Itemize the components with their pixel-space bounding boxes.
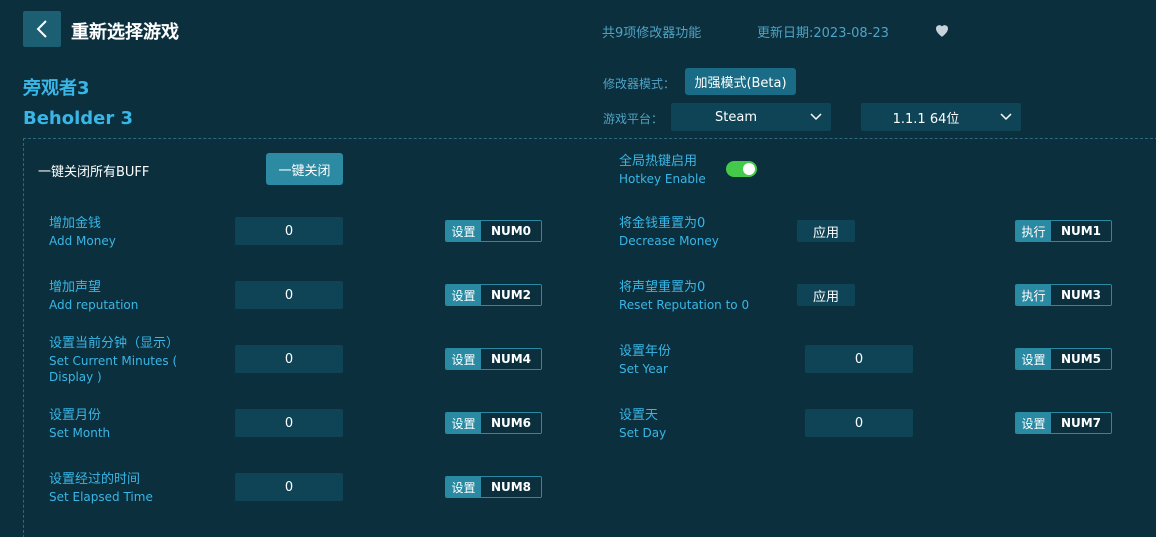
- set-elapsed-time-input[interactable]: 0: [235, 473, 343, 501]
- feature-label-en: Add reputation: [49, 298, 139, 312]
- feature-label-cn: 增加金钱: [49, 216, 102, 231]
- hotkey-button[interactable]: 设置 NUM5: [1015, 348, 1112, 370]
- hotkey-key: NUM4: [481, 349, 541, 369]
- feature-label: 增加金钱 Add Money: [49, 215, 116, 249]
- version-select[interactable]: 1.1.1 64位: [861, 103, 1021, 131]
- add-money-input[interactable]: 0: [235, 217, 343, 245]
- set-month-input[interactable]: 0: [235, 409, 343, 437]
- hotkey-key: NUM6: [481, 413, 541, 433]
- feature-label-cn: 增加声望: [49, 280, 102, 295]
- hotkey-key: NUM7: [1051, 413, 1111, 433]
- feature-label: 将金钱重置为0 Decrease Money: [619, 215, 719, 249]
- set-day-input[interactable]: 0: [805, 409, 913, 437]
- feature-label-cn: 将金钱重置为0: [619, 216, 706, 231]
- hotkey-enable-label: 全局热键启用 Hotkey Enable: [619, 153, 706, 187]
- feature-label: 设置经过的时间 Set Elapsed Time: [49, 471, 153, 505]
- feature-label-cn: 设置年份: [619, 344, 672, 359]
- hotkey-button[interactable]: 设置 NUM0: [445, 220, 542, 242]
- game-name-en: Beholder 3: [23, 108, 134, 129]
- hotkey-key: NUM3: [1051, 285, 1111, 305]
- hotkey-button[interactable]: 设置 NUM6: [445, 412, 542, 434]
- hotkey-action: 设置: [446, 413, 481, 433]
- feature-label-en: Reset Reputation to 0: [619, 298, 750, 312]
- hotkey-button[interactable]: 设置 NUM4: [445, 348, 542, 370]
- feature-label-cn: 将声望重置为0: [619, 280, 706, 295]
- hotkey-action: 设置: [446, 477, 481, 497]
- hotkey-button[interactable]: 设置 NUM2: [445, 284, 542, 306]
- apply-button[interactable]: 应用: [797, 284, 855, 306]
- hotkey-enable-en: Hotkey Enable: [619, 172, 706, 186]
- feature-label: 设置年份 Set Year: [619, 343, 671, 377]
- feature-label-en: Set Current Minutes ( Display ): [49, 354, 178, 384]
- hotkey-action: 设置: [1016, 413, 1051, 433]
- back-button[interactable]: [23, 11, 61, 47]
- feature-label-en: Set Month: [49, 426, 111, 440]
- heart-icon[interactable]: [933, 21, 951, 39]
- feature-count: 共9项修改器功能: [602, 26, 702, 41]
- feature-label: 将声望重置为0 Reset Reputation to 0: [619, 279, 749, 313]
- page-title: 重新选择游戏: [71, 22, 179, 43]
- platform-value: Steam: [715, 109, 757, 125]
- feature-label-cn: 设置天: [619, 408, 659, 423]
- platform-label: 游戏平台：: [603, 112, 664, 126]
- feature-label-cn: 设置当前分钟（显示）: [49, 336, 180, 351]
- hotkey-key: NUM5: [1051, 349, 1111, 369]
- hotkey-action: 设置: [1016, 349, 1051, 369]
- toggle-knob: [743, 163, 755, 175]
- feature-label-en: Set Elapsed Time: [49, 490, 153, 504]
- game-name-cn: 旁观者3: [23, 78, 90, 99]
- set-year-input[interactable]: 0: [805, 345, 913, 373]
- update-date: 更新日期:2023-08-23: [757, 26, 889, 41]
- hotkey-action: 设置: [446, 285, 481, 305]
- hotkey-button[interactable]: 执行 NUM1: [1015, 220, 1112, 242]
- hotkey-button[interactable]: 设置 NUM8: [445, 476, 542, 498]
- apply-button[interactable]: 应用: [797, 220, 855, 242]
- hotkey-key: NUM0: [481, 221, 541, 241]
- mode-label: 修改器模式：: [603, 77, 676, 91]
- close-all-button[interactable]: 一键关闭: [266, 153, 343, 185]
- add-reputation-input[interactable]: 0: [235, 281, 343, 309]
- hotkey-action: 执行: [1016, 221, 1051, 241]
- feature-label: 设置当前分钟（显示） Set Current Minutes ( Display…: [49, 335, 224, 385]
- feature-label-cn: 设置经过的时间: [49, 472, 141, 487]
- feature-label: 增加声望 Add reputation: [49, 279, 138, 313]
- hotkey-action: 设置: [446, 221, 481, 241]
- hotkey-action: 设置: [446, 349, 481, 369]
- hotkey-key: NUM8: [481, 477, 541, 497]
- hotkey-key: NUM2: [481, 285, 541, 305]
- platform-select[interactable]: Steam: [671, 103, 831, 131]
- feature-label: 设置月份 Set Month: [49, 407, 110, 441]
- hotkey-enable-cn: 全局热键启用: [619, 154, 698, 169]
- hotkey-enable-toggle[interactable]: [726, 161, 757, 177]
- chevron-down-icon: [991, 113, 1021, 121]
- feature-label-cn: 设置月份: [49, 408, 102, 423]
- version-value: 1.1.1 64位: [892, 111, 960, 127]
- hotkey-button[interactable]: 设置 NUM7: [1015, 412, 1112, 434]
- hotkey-key: NUM1: [1051, 221, 1111, 241]
- close-all-buff-label: 一键关闭所有BUFF: [38, 165, 150, 180]
- feature-label-en: Decrease Money: [619, 234, 719, 248]
- mode-button[interactable]: 加强模式(Beta): [685, 68, 796, 95]
- feature-label-en: Set Day: [619, 426, 667, 440]
- feature-label-en: Set Year: [619, 362, 668, 376]
- feature-label: 设置天 Set Day: [619, 407, 666, 441]
- set-minutes-input[interactable]: 0: [235, 345, 343, 373]
- hotkey-button[interactable]: 执行 NUM3: [1015, 284, 1112, 306]
- hotkey-action: 执行: [1016, 285, 1051, 305]
- chevron-down-icon: [801, 113, 831, 121]
- chevron-left-icon: [36, 20, 47, 38]
- feature-label-en: Add Money: [49, 234, 116, 248]
